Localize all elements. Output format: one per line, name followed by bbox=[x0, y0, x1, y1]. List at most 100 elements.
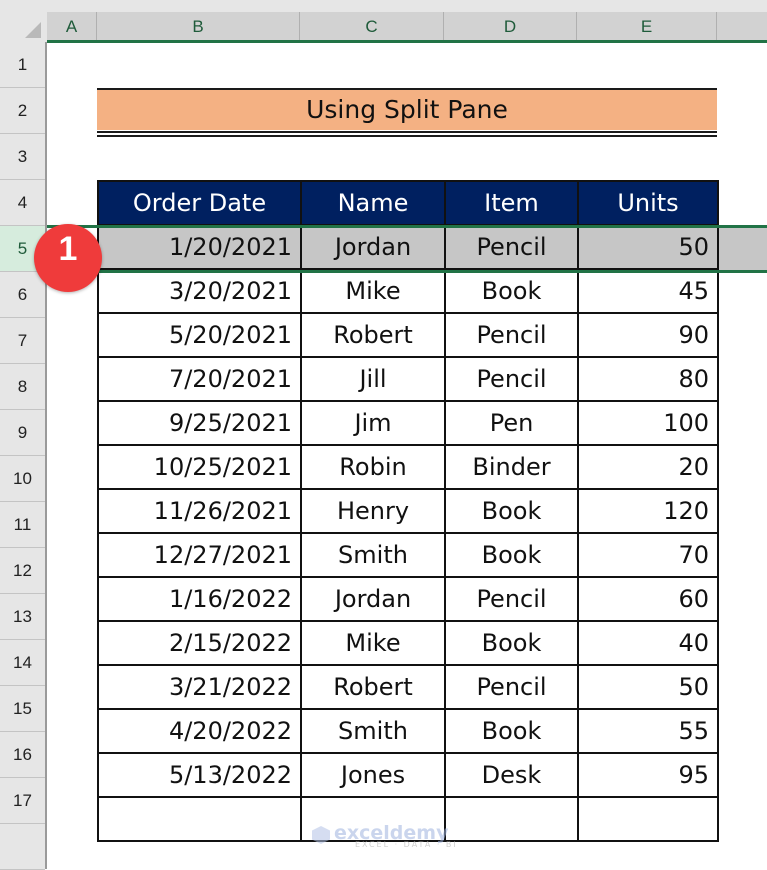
cell-name[interactable]: Henry bbox=[300, 488, 446, 534]
row-header[interactable]: 14 bbox=[0, 640, 45, 686]
cell-units[interactable]: 100 bbox=[577, 400, 719, 446]
cell-units[interactable]: 20 bbox=[577, 444, 719, 490]
cell-item[interactable]: Book bbox=[444, 268, 579, 314]
cell-item[interactable]: Pencil bbox=[444, 224, 579, 270]
row-header[interactable]: 6 bbox=[0, 272, 45, 318]
column-header-e[interactable]: E bbox=[577, 12, 717, 42]
cell-units[interactable]: 90 bbox=[577, 312, 719, 358]
cell-name[interactable]: Robert bbox=[300, 664, 446, 710]
table-row[interactable]: 5/13/2022 Jones Desk 95 bbox=[97, 752, 719, 798]
column-header-a[interactable]: A bbox=[47, 12, 97, 42]
cell-name[interactable]: Jones bbox=[300, 752, 446, 798]
cell-item[interactable]: Book bbox=[444, 532, 579, 578]
cell-order-date[interactable]: 10/25/2021 bbox=[97, 444, 302, 490]
cell-order-date[interactable]: 5/13/2022 bbox=[97, 752, 302, 798]
cell-order-date[interactable]: 7/20/2021 bbox=[97, 356, 302, 402]
row-header[interactable]: 10 bbox=[0, 456, 45, 502]
cell-item[interactable]: Book bbox=[444, 620, 579, 666]
cell-name[interactable]: Smith bbox=[300, 708, 446, 754]
cell-order-date[interactable]: 3/20/2021 bbox=[97, 268, 302, 314]
cell-item[interactable]: Pencil bbox=[444, 576, 579, 622]
header-units[interactable]: Units bbox=[577, 180, 719, 226]
cell-units[interactable]: 95 bbox=[577, 752, 719, 798]
row-header[interactable]: 1 bbox=[0, 42, 45, 88]
cell-name[interactable]: Mike bbox=[300, 620, 446, 666]
table-row[interactable]: 4/20/2022 Smith Book 55 bbox=[97, 708, 719, 754]
cell-item[interactable]: Pencil bbox=[444, 312, 579, 358]
row-header[interactable]: 2 bbox=[0, 88, 45, 134]
header-order-date[interactable]: Order Date bbox=[97, 180, 302, 226]
cell-order-date[interactable]: 3/21/2022 bbox=[97, 664, 302, 710]
row-header[interactable]: 16 bbox=[0, 732, 45, 778]
table-row-selected[interactable]: 1/20/2021 Jordan Pencil 50 bbox=[97, 224, 719, 270]
table-row[interactable]: 9/25/2021 Jim Pen 100 bbox=[97, 400, 719, 446]
column-header-b[interactable]: B bbox=[97, 12, 300, 42]
selected-row-extension[interactable] bbox=[717, 228, 767, 270]
cell-units[interactable]: 120 bbox=[577, 488, 719, 534]
row-header[interactable]: 4 bbox=[0, 180, 45, 226]
row-header[interactable]: 3 bbox=[0, 134, 45, 180]
cell-name[interactable]: Jordan bbox=[300, 576, 446, 622]
row-header[interactable]: 17 bbox=[0, 778, 45, 824]
cell-item[interactable]: Book bbox=[444, 708, 579, 754]
cell-order-date[interactable]: 9/25/2021 bbox=[97, 400, 302, 446]
cell-name[interactable]: Robert bbox=[300, 312, 446, 358]
cell-order-date[interactable] bbox=[97, 796, 302, 842]
row-header[interactable]: 15 bbox=[0, 686, 45, 732]
cell-units[interactable] bbox=[577, 796, 719, 842]
cell-name[interactable]: Smith bbox=[300, 532, 446, 578]
table-row[interactable]: 5/20/2021 Robert Pencil 90 bbox=[97, 312, 719, 358]
cell-units[interactable]: 70 bbox=[577, 532, 719, 578]
cell-name[interactable]: Mike bbox=[300, 268, 446, 314]
cell-item[interactable]: Binder bbox=[444, 444, 579, 490]
table-row[interactable]: 10/25/2021 Robin Binder 20 bbox=[97, 444, 719, 490]
row-header[interactable]: 7 bbox=[0, 318, 45, 364]
cell-order-date[interactable]: 5/20/2021 bbox=[97, 312, 302, 358]
cell-item[interactable] bbox=[444, 796, 579, 842]
cell-units[interactable]: 40 bbox=[577, 620, 719, 666]
cell-units[interactable]: 50 bbox=[577, 224, 719, 270]
cell-name[interactable]: Jordan bbox=[300, 224, 446, 270]
cell-item[interactable]: Pen bbox=[444, 400, 579, 446]
row-header[interactable]: 9 bbox=[0, 410, 45, 456]
row-header[interactable]: 11 bbox=[0, 502, 45, 548]
table-row[interactable]: 3/20/2021 Mike Book 45 bbox=[97, 268, 719, 314]
row-header[interactable]: 12 bbox=[0, 548, 45, 594]
cell-units[interactable]: 60 bbox=[577, 576, 719, 622]
split-pane-divider[interactable] bbox=[47, 225, 767, 228]
header-item[interactable]: Item bbox=[444, 180, 579, 226]
cell-order-date[interactable]: 11/26/2021 bbox=[97, 488, 302, 534]
header-name[interactable]: Name bbox=[300, 180, 446, 226]
split-pane-divider[interactable] bbox=[47, 270, 767, 273]
cell-units[interactable]: 50 bbox=[577, 664, 719, 710]
cell-order-date[interactable]: 12/27/2021 bbox=[97, 532, 302, 578]
select-all-button[interactable] bbox=[0, 12, 47, 42]
cell-order-date[interactable]: 1/20/2021 bbox=[97, 224, 302, 270]
cell-name[interactable]: Robin bbox=[300, 444, 446, 490]
table-row[interactable]: 12/27/2021 Smith Book 70 bbox=[97, 532, 719, 578]
row-header[interactable] bbox=[0, 824, 45, 870]
table-row[interactable]: 11/26/2021 Henry Book 120 bbox=[97, 488, 719, 534]
table-row[interactable]: 2/15/2022 Mike Book 40 bbox=[97, 620, 719, 666]
cell-item[interactable]: Pencil bbox=[444, 356, 579, 402]
row-header[interactable]: 13 bbox=[0, 594, 45, 640]
cell-units[interactable]: 55 bbox=[577, 708, 719, 754]
column-header-d[interactable]: D bbox=[444, 12, 577, 42]
cell-order-date[interactable]: 1/16/2022 bbox=[97, 576, 302, 622]
cell-name[interactable]: Jim bbox=[300, 400, 446, 446]
row-header[interactable]: 8 bbox=[0, 364, 45, 410]
cell-order-date[interactable]: 4/20/2022 bbox=[97, 708, 302, 754]
sheet-title[interactable]: Using Split Pane bbox=[97, 88, 717, 130]
table-row[interactable]: 1/16/2022 Jordan Pencil 60 bbox=[97, 576, 719, 622]
cell-item[interactable]: Book bbox=[444, 488, 579, 534]
cell-name[interactable]: Jill bbox=[300, 356, 446, 402]
cell-order-date[interactable]: 2/15/2022 bbox=[97, 620, 302, 666]
cell-item[interactable]: Pencil bbox=[444, 664, 579, 710]
cell-units[interactable]: 80 bbox=[577, 356, 719, 402]
cell-units[interactable]: 45 bbox=[577, 268, 719, 314]
cell-item[interactable]: Desk bbox=[444, 752, 579, 798]
table-row[interactable]: 7/20/2021 Jill Pencil 80 bbox=[97, 356, 719, 402]
table-row[interactable]: 3/21/2022 Robert Pencil 50 bbox=[97, 664, 719, 710]
column-header-c[interactable]: C bbox=[300, 12, 444, 42]
column-header-f[interactable] bbox=[717, 12, 767, 42]
